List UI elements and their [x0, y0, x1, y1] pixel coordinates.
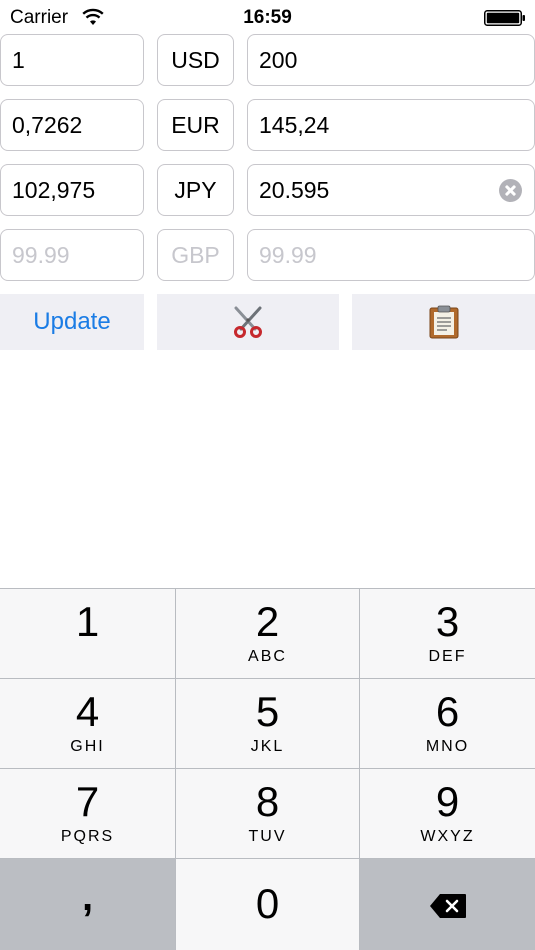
key-delete[interactable] — [360, 859, 535, 950]
key-8-letters: TUV — [248, 828, 287, 845]
key-5-digit: 5 — [255, 688, 280, 735]
key-9[interactable]: 9 WXYZ — [360, 769, 535, 858]
converted-input-eur[interactable]: 145,24 — [247, 99, 535, 151]
currency-code-eur[interactable]: EUR — [157, 99, 234, 151]
clear-icon[interactable] — [499, 179, 522, 202]
key-1[interactable]: 1 — [0, 589, 175, 678]
key-3-digit: 3 — [435, 598, 460, 645]
key-2-letters: ABC — [248, 648, 287, 665]
converted-value-jpy: 20.595 — [259, 177, 330, 203]
key-5[interactable]: 5 JKL — [176, 679, 359, 768]
code-placeholder: GBP — [171, 242, 220, 268]
converted-input-new[interactable]: 99.99 — [247, 229, 535, 281]
currency-code-jpy[interactable]: JPY — [157, 164, 234, 216]
key-4-digit: 4 — [75, 688, 100, 735]
key-7-digit: 7 — [75, 778, 100, 825]
key-9-letters: WXYZ — [420, 828, 475, 845]
key-2[interactable]: 2 ABC — [176, 589, 359, 678]
key-6-letters: MNO — [425, 738, 470, 755]
update-button-label: Update — [33, 308, 111, 335]
key-7[interactable]: 7 PQRS — [0, 769, 175, 858]
converted-input-jpy[interactable]: 20.595 — [247, 164, 535, 216]
amount-placeholder: 99.99 — [12, 242, 70, 268]
key-8-digit: 8 — [255, 778, 280, 825]
amount-input-new[interactable]: 99.99 — [0, 229, 144, 281]
key-comma[interactable]: , — [0, 859, 175, 950]
paste-button[interactable] — [352, 294, 535, 350]
scissors-icon — [234, 306, 262, 338]
converted-placeholder: 99.99 — [259, 242, 317, 268]
backspace-icon — [429, 894, 466, 918]
cut-button[interactable] — [157, 294, 339, 350]
key-8[interactable]: 8 TUV — [176, 769, 359, 858]
converted-input-usd[interactable]: 200 — [247, 34, 535, 86]
key-3-letters: DEF — [428, 648, 467, 665]
key-6[interactable]: 6 MNO — [360, 679, 535, 768]
update-button[interactable]: Update — [0, 294, 144, 350]
status-bar: Carrier 16:59 — [0, 0, 535, 34]
key-4-letters: GHI — [70, 738, 105, 755]
clock-time: 16:59 — [243, 7, 292, 28]
key-7-letters: PQRS — [60, 828, 115, 845]
key-6-digit: 6 — [435, 688, 460, 735]
battery-icon — [484, 10, 525, 26]
clipboard-icon — [429, 305, 458, 339]
currency-code-usd[interactable]: USD — [157, 34, 234, 86]
key-2-digit: 2 — [255, 598, 280, 645]
key-1-digit: 1 — [75, 598, 100, 645]
key-comma-label: , — [81, 875, 94, 919]
amount-input-usd[interactable]: 1 — [0, 34, 144, 86]
key-0-digit: 0 — [255, 880, 280, 927]
key-4[interactable]: 4 GHI — [0, 679, 175, 768]
key-0[interactable]: 0 — [176, 859, 359, 950]
amount-input-eur[interactable]: 0,7262 — [0, 99, 144, 151]
amount-input-jpy[interactable]: 102,975 — [0, 164, 144, 216]
key-9-digit: 9 — [435, 778, 460, 825]
number-keypad: 1 2 ABC 3 DEF 4 GHI 5 JKL 6 MNO 7 PQRS 8… — [0, 588, 535, 950]
key-3[interactable]: 3 DEF — [360, 589, 535, 678]
currency-code-new[interactable]: GBP — [157, 229, 234, 281]
key-5-letters: JKL — [250, 738, 285, 755]
